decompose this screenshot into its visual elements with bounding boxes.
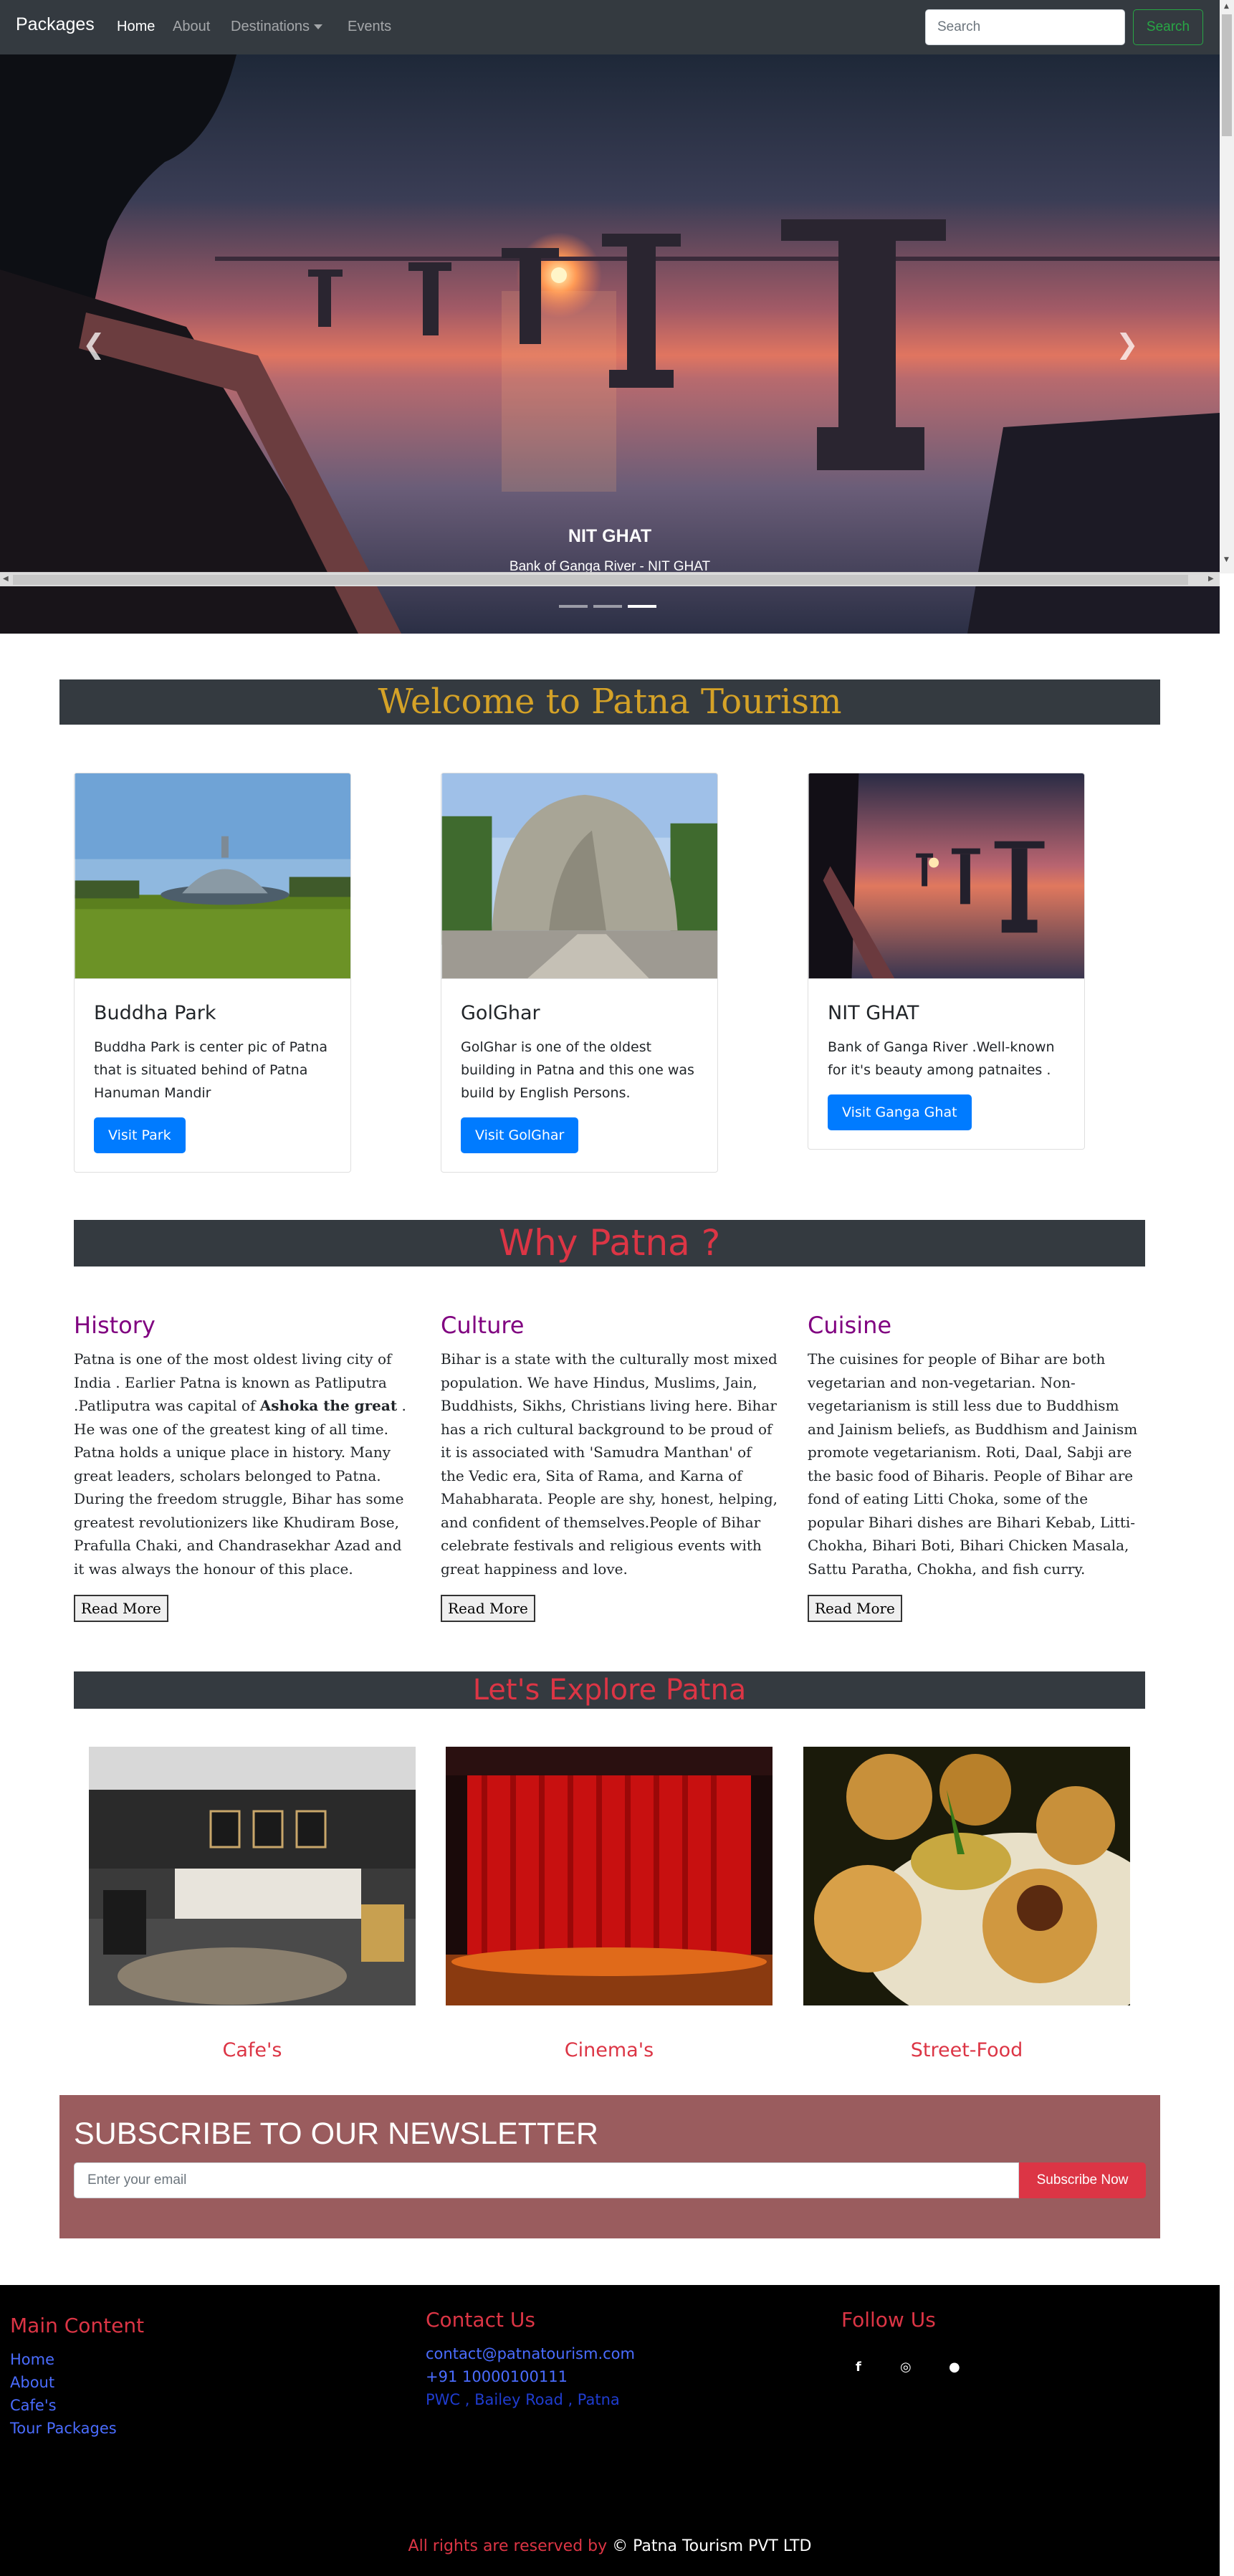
carousel-indicator-3[interactable] [628, 605, 656, 608]
horizontal-scrollbar[interactable]: ◀ ▶ [0, 572, 1220, 586]
carousel-prev-icon[interactable]: ❮ [82, 328, 105, 360]
nav-about[interactable]: About [173, 19, 210, 35]
golghar-image [441, 773, 717, 979]
street-food-label[interactable]: Street-Food [803, 2039, 1130, 2061]
snapchat-icon[interactable]: ● [949, 2360, 960, 2375]
card-buddha-park: Buddha Park Buddha Park is center pic of… [74, 773, 351, 1173]
hscroll-thumb[interactable] [13, 575, 1188, 585]
copyright-prefix: All rights are reserved by [408, 2537, 608, 2555]
hero-carousel: ❮ ❯ NIT GHAT Bank of Ganga River - NIT G… [0, 54, 1220, 634]
footer-main-heading: Main Content [10, 2314, 145, 2337]
newsletter-email-input[interactable] [74, 2162, 1019, 2198]
history-heading: History [74, 1312, 156, 1339]
card-title: NIT GHAT [828, 1002, 919, 1024]
nav-home[interactable]: Home [117, 19, 155, 35]
footer-contact-address: PWC , Bailey Road , Patna [426, 2391, 620, 2408]
explore-banner: Let's Explore Patna [74, 1671, 1145, 1709]
culture-column: Culture Bihar is a state with the cultur… [441, 1312, 778, 1580]
subscribe-button[interactable]: Subscribe Now [1019, 2162, 1146, 2198]
footer-link-tour-packages[interactable]: Tour Packages [10, 2420, 117, 2437]
navbar: Packages Home About Destinations Events … [0, 0, 1220, 54]
cuisine-heading: Cuisine [808, 1312, 892, 1339]
culture-text: Bihar is a state with the culturally mos… [441, 1350, 778, 1578]
footer-contact-email[interactable]: contact@patnatourism.com [426, 2345, 635, 2362]
footer-link-cafes[interactable]: Cafe's [10, 2397, 57, 2414]
carousel-next-icon[interactable]: ❯ [1116, 328, 1139, 360]
visit-golghar-button[interactable]: Visit GolGhar [461, 1117, 579, 1153]
street-food-image[interactable] [803, 1747, 1130, 2005]
card-text: GolGhar is one of the oldest building in… [461, 1039, 694, 1101]
copyright: All rights are reserved by © Patna Touri… [0, 2537, 1220, 2555]
footer: Main Content Home About Cafe's Tour Pack… [0, 2285, 1220, 2576]
welcome-banner: Welcome to Patna Tourism [59, 679, 1160, 725]
search-button[interactable]: Search [1133, 9, 1203, 45]
nit-ghat-image [808, 773, 1084, 979]
card-text: Buddha Park is center pic of Patna that … [94, 1039, 327, 1101]
cinema-image[interactable] [446, 1747, 773, 2005]
nav-destinations-label: Destinations [231, 19, 310, 34]
carousel-indicator-1[interactable] [559, 605, 588, 608]
history-column: History Patna is one of the most oldest … [74, 1312, 411, 1580]
footer-link-home[interactable]: Home [10, 2351, 54, 2368]
vertical-scrollbar[interactable]: ▲ ▼ [1220, 0, 1234, 573]
scroll-right-icon[interactable]: ▶ [1208, 575, 1214, 583]
card-golghar: GolGhar GolGhar is one of the oldest bui… [441, 773, 718, 1173]
why-patna-title: Why Patna ? [498, 1222, 721, 1264]
scroll-left-icon[interactable]: ◀ [3, 575, 9, 583]
footer-link-about[interactable]: About [10, 2374, 54, 2391]
carousel-indicator-2[interactable] [593, 605, 622, 608]
card-text: Bank of Ganga River .Well-known for it's… [828, 1039, 1055, 1078]
carousel-caption-title: NIT GHAT [568, 526, 652, 546]
buddha-park-image [75, 773, 350, 979]
footer-follow-heading: Follow Us [841, 2308, 936, 2332]
newsletter-section: SUBSCRIBE TO OUR NEWSLETTER Subscribe No… [59, 2095, 1160, 2238]
cafe-image[interactable] [89, 1747, 416, 2005]
why-patna-banner: Why Patna ? [74, 1220, 1145, 1266]
culture-heading: Culture [441, 1312, 525, 1339]
scroll-down-icon[interactable]: ▼ [1224, 556, 1229, 563]
cuisine-text: The cuisines for people of Bihar are bot… [808, 1350, 1138, 1578]
footer-contact-heading: Contact Us [426, 2308, 535, 2332]
footer-contact-phone[interactable]: +91 10000100111 [426, 2368, 568, 2385]
scrollbar-thumb[interactable] [1222, 14, 1232, 136]
explore-title: Let's Explore Patna [472, 1674, 747, 1707]
nav-events[interactable]: Events [348, 19, 391, 35]
brand-logo[interactable]: Packages [16, 14, 95, 35]
card-nit-ghat: NIT GHAT Bank of Ganga River .Well-known… [808, 773, 1085, 1150]
visit-park-button[interactable]: Visit Park [94, 1117, 186, 1153]
newsletter-title: SUBSCRIBE TO OUR NEWSLETTER [74, 2117, 598, 2151]
history-read-more-button[interactable]: Read More [74, 1595, 168, 1622]
visit-ganga-ghat-button[interactable]: Visit Ganga Ghat [828, 1094, 972, 1130]
welcome-title: Welcome to Patna Tourism [378, 682, 842, 722]
copyright-owner: © Patna Tourism PVT LTD [612, 2537, 812, 2555]
caret-down-icon [314, 24, 323, 30]
cinema-label[interactable]: Cinema's [446, 2039, 773, 2061]
cafe-label[interactable]: Cafe's [89, 2039, 416, 2061]
search-input[interactable] [925, 9, 1125, 45]
nav-destinations-dropdown[interactable]: Destinations [231, 19, 323, 35]
card-title: GolGhar [461, 1002, 540, 1024]
history-text: Patna is one of the most oldest living c… [74, 1350, 406, 1578]
scroll-up-icon[interactable]: ▲ [1224, 3, 1229, 10]
facebook-icon[interactable]: f [856, 2360, 861, 2375]
cuisine-column: Cuisine The cuisines for people of Bihar… [808, 1312, 1144, 1580]
instagram-icon[interactable]: ◎ [900, 2360, 912, 2375]
card-title: Buddha Park [94, 1002, 216, 1024]
culture-read-more-button[interactable]: Read More [441, 1595, 535, 1622]
history-bold-text: Ashoka the great [259, 1397, 398, 1414]
cuisine-read-more-button[interactable]: Read More [808, 1595, 902, 1622]
